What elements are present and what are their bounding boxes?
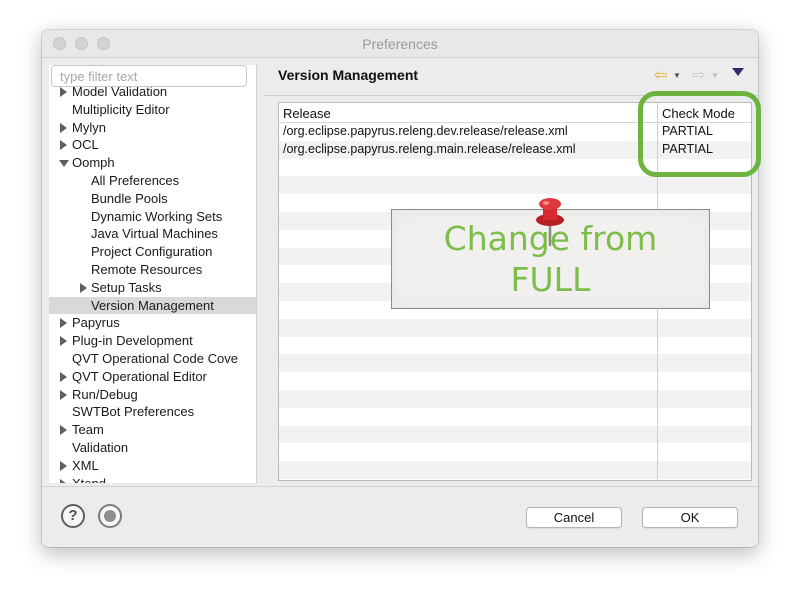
tree-item-label: Remote Resources [91, 261, 203, 277]
tree-item-label: Project Configuration [91, 244, 213, 260]
tree-item[interactable]: Plug-in Development [49, 332, 256, 350]
collapsed-arrow-icon[interactable] [60, 140, 67, 151]
expanded-arrow-icon[interactable] [59, 160, 69, 168]
collapsed-arrow-icon[interactable] [80, 282, 87, 293]
tree-item-label: Team [72, 422, 104, 438]
check-mode-highlight [638, 91, 761, 177]
table-row[interactable] [279, 176, 751, 195]
forward-dropdown-icon[interactable]: ▼ [711, 66, 719, 86]
tree-item[interactable]: Remote Resources [49, 261, 256, 279]
tree-item-label: Setup Tasks [91, 279, 162, 295]
collapsed-arrow-icon[interactable] [60, 478, 67, 483]
back-arrow-icon[interactable]: ⇦ [654, 66, 667, 86]
collapsed-arrow-icon[interactable] [60, 318, 67, 329]
tree-item[interactable]: Papyrus [49, 314, 256, 332]
page-title: Version Management [278, 67, 419, 83]
table-row[interactable] [279, 318, 751, 337]
tree-item[interactable]: Team [49, 421, 256, 439]
table-row[interactable] [279, 461, 751, 479]
table-row[interactable] [279, 443, 751, 461]
tree-item[interactable]: Multiplicity Editor [49, 101, 256, 119]
tree-item[interactable]: Java Virtual Machines [49, 225, 256, 243]
tree-item-label: Version Management [91, 297, 214, 313]
tree-item[interactable]: Project Configuration [49, 243, 256, 261]
collapsed-arrow-icon[interactable] [60, 371, 67, 382]
tree-item-label: Validation [72, 439, 129, 455]
preference-tree-pane: Model Validation Multiplicity Editor Mylyn… [49, 65, 257, 483]
tree-item-label: XML [72, 457, 99, 473]
table-row[interactable] [279, 408, 751, 426]
collapsed-arrow-icon[interactable] [60, 87, 67, 97]
collapsed-arrow-icon[interactable] [60, 460, 67, 471]
bottom-separator [42, 486, 758, 487]
tree-item[interactable]: Setup Tasks [49, 279, 256, 297]
tree-item-label: QVT Operational Code Cove [72, 350, 238, 366]
tree-item[interactable]: QVT Operational Editor [49, 368, 256, 386]
table-row[interactable] [279, 337, 751, 355]
release-path-cell[interactable]: /org.eclipse.papyrus.releng.main.release… [283, 141, 576, 159]
tree-item[interactable]: QVT Operational Code Cove [49, 350, 256, 368]
tree-item-label: Multiplicity Editor [72, 101, 170, 117]
collapsed-arrow-icon[interactable] [60, 122, 67, 133]
tree-item-label: Xtend [72, 475, 106, 483]
title-bar[interactable]: Preferences [42, 30, 758, 58]
tree-item-label: Java Virtual Machines [91, 226, 218, 242]
tree-item[interactable]: SWTBot Preferences [49, 403, 256, 421]
preference-tree[interactable]: Model Validation Multiplicity Editor Mylyn… [49, 83, 256, 483]
table-row[interactable] [279, 372, 751, 390]
tree-item[interactable]: Run/Debug [49, 386, 256, 404]
back-dropdown-icon[interactable]: ▼ [673, 66, 681, 86]
tree-item-label: Bundle Pools [91, 190, 168, 206]
tree-item[interactable]: Oomph [49, 154, 256, 172]
filter-input[interactable] [51, 65, 247, 87]
tree-item[interactable]: Version Management [49, 296, 256, 315]
tree-item[interactable]: OCL [49, 136, 256, 154]
tree-item[interactable]: Bundle Pools [49, 190, 256, 208]
release-path-cell[interactable]: /org.eclipse.papyrus.releng.dev.release/… [283, 123, 568, 141]
tree-item[interactable]: All Preferences [49, 172, 256, 190]
tree-item[interactable]: Xtend [49, 475, 256, 483]
tree-item[interactable]: Validation [49, 439, 256, 457]
tree-item-label: QVT Operational Editor [72, 368, 207, 384]
view-menu-icon[interactable] [732, 68, 744, 76]
collapsed-arrow-icon[interactable] [60, 336, 67, 347]
table-row[interactable] [279, 390, 751, 408]
collapsed-arrow-icon[interactable] [60, 425, 67, 436]
collapsed-arrow-icon[interactable] [60, 389, 67, 400]
tree-item-label: Run/Debug [72, 386, 138, 402]
column-header-release[interactable]: Release [283, 106, 331, 121]
table-row[interactable] [279, 354, 751, 373]
cancel-button[interactable]: Cancel [526, 507, 622, 528]
tree-item-label: Oomph [72, 155, 115, 171]
tree-item-label: Papyrus [72, 315, 120, 331]
tree-item[interactable]: Dynamic Working Sets [49, 208, 256, 226]
tree-item[interactable]: XML [49, 457, 256, 475]
forward-arrow-icon[interactable]: ⇨ [692, 66, 705, 86]
pushpin-icon [536, 198, 564, 247]
tree-item-label: Plug-in Development [72, 333, 193, 349]
table-row[interactable] [279, 425, 751, 444]
annotation-line-2: FULL [510, 260, 591, 299]
tree-item-label: OCL [72, 137, 99, 153]
record-icon[interactable] [98, 504, 122, 528]
tree-item-label: Dynamic Working Sets [91, 208, 223, 224]
ok-button[interactable]: OK [642, 507, 738, 528]
tree-item-label: SWTBot Preferences [72, 404, 195, 420]
tree-item[interactable]: Mylyn [49, 119, 256, 137]
help-button[interactable]: ? [61, 504, 85, 528]
tree-item-label: Mylyn [72, 119, 106, 135]
tree-item-label: All Preferences [91, 172, 180, 188]
window-title: Preferences [362, 36, 438, 52]
